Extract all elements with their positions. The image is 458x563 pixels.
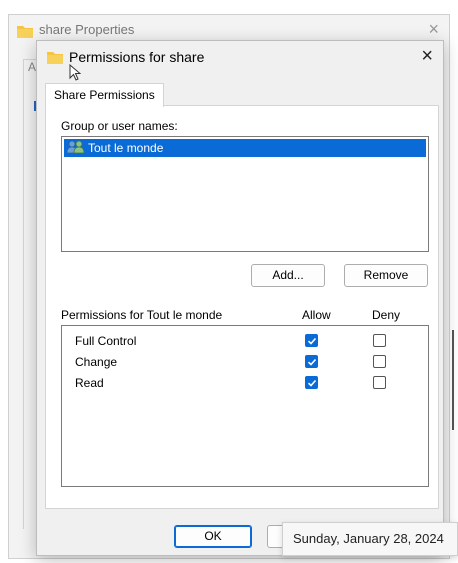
ok-button[interactable]: OK bbox=[174, 525, 252, 548]
tab-share-permissions[interactable]: Share Permissions bbox=[45, 83, 164, 107]
users-icon bbox=[66, 140, 85, 157]
user-list[interactable]: Tout le monde bbox=[61, 136, 429, 252]
allow-column-header: Allow bbox=[302, 308, 331, 322]
group-names-label: Group or user names: bbox=[61, 119, 178, 133]
read-allow-checkbox[interactable] bbox=[305, 376, 318, 389]
permission-name: Change bbox=[75, 355, 118, 369]
change-allow-checkbox[interactable] bbox=[305, 355, 318, 368]
folder-icon bbox=[47, 51, 63, 67]
permissions-list: Full Control Change Read bbox=[61, 325, 429, 487]
permission-row-full-control: Full Control bbox=[62, 332, 428, 352]
user-name: Tout le monde bbox=[88, 141, 164, 155]
permission-row-change: Change bbox=[62, 353, 428, 373]
share-permissions-panel: Group or user names: Tout le monde Add..… bbox=[45, 105, 439, 509]
permission-name: Full Control bbox=[75, 334, 137, 348]
mouse-pointer-icon bbox=[69, 63, 82, 85]
background-close-icon[interactable]: × bbox=[428, 19, 439, 40]
user-list-item[interactable]: Tout le monde bbox=[64, 139, 426, 157]
date-tooltip: Sunday, January 28, 2024 bbox=[282, 522, 458, 556]
permissions-dialog: Permissions for share × Share Permission… bbox=[36, 40, 444, 556]
full-control-deny-checkbox[interactable] bbox=[373, 334, 386, 347]
deny-column-header: Deny bbox=[372, 308, 401, 322]
background-edge-strip bbox=[452, 330, 454, 430]
change-deny-checkbox[interactable] bbox=[373, 355, 386, 368]
read-deny-checkbox[interactable] bbox=[373, 376, 386, 389]
add-button[interactable]: Add... bbox=[251, 264, 325, 287]
close-icon[interactable]: × bbox=[421, 45, 433, 68]
full-control-allow-checkbox[interactable] bbox=[305, 334, 318, 347]
dialog-titlebar[interactable]: Permissions for share × bbox=[37, 41, 443, 73]
permissions-header-label: Permissions for Tout le monde bbox=[61, 308, 223, 322]
folder-icon bbox=[17, 25, 33, 41]
permission-row-read: Read bbox=[62, 374, 428, 394]
permission-name: Read bbox=[75, 376, 104, 390]
remove-button[interactable]: Remove bbox=[344, 264, 428, 287]
background-tab-label[interactable]: A bbox=[28, 60, 36, 74]
background-window-title: share Properties bbox=[39, 22, 135, 37]
dialog-title: Permissions for share bbox=[69, 49, 205, 65]
